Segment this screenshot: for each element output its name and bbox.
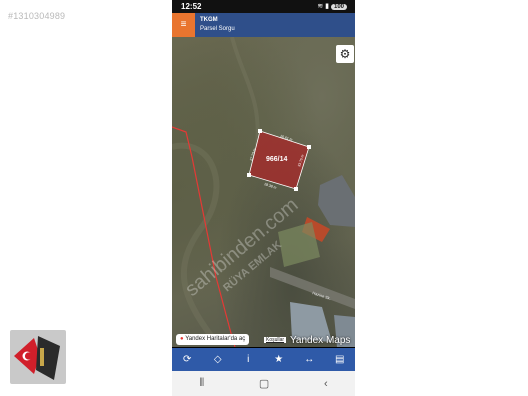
settings-button[interactable]: ⚙ [336,45,354,63]
clock: 12:52 [181,2,202,11]
terrain-track [230,37,260,148]
book-shape [36,336,60,380]
bottom-toolbar: ⟳ ◇ i ★ ↔ ▤ [172,348,355,371]
boundary-line [172,126,236,347]
terrain-track [172,142,220,339]
listing-id: #1310304989 [8,11,66,21]
vertex-handle[interactable] [247,173,251,177]
back-icon[interactable]: ‹ [324,378,328,390]
measure-icon[interactable]: ↔ [299,354,319,365]
locate-icon[interactable]: ◇ [208,354,228,365]
app-name: TKGM [200,17,218,23]
agency-logo [10,330,66,384]
crescent-cutout [24,352,33,360]
hamburger-icon: ≡ [180,19,187,30]
open-in-yandex-label: Yandex Haritalar'da aç [185,336,246,342]
info-icon[interactable]: i [238,354,258,365]
terms-link[interactable]: Koşullar [264,337,287,343]
parcel-label: 966/14 [266,156,288,163]
vertex-handle[interactable] [258,129,262,133]
building [318,175,355,227]
map-pin-icon: ● [180,336,184,342]
edge-label: 28.38 m [264,182,277,190]
gear-icon: ⚙ [339,47,351,61]
menu-button[interactable]: ≡ [172,13,195,37]
vertex-handle[interactable] [307,145,311,149]
road [270,267,355,309]
print-icon[interactable]: ▤ [330,354,350,365]
battery-indicator: 100 [330,4,347,10]
page-title: Parsel Sorgu [200,26,235,32]
recent-apps-icon[interactable]: ⦀ [199,377,204,390]
status-icons: ≋ ▮ 100 [317,2,347,10]
wifi-icon: ≋ [317,3,324,10]
refresh-icon[interactable]: ⟳ [177,354,197,365]
home-icon[interactable]: ▢ [259,377,269,390]
map-attribution: Yandex Maps [290,335,351,346]
app-header: ≡ TKGM Parsel Sorgu [172,13,355,37]
satellite-map[interactable]: Hazine Sk. 966/14 26.61 m 33.75 m 28.38 … [172,37,355,347]
vertex-handle[interactable] [294,187,298,191]
signal-icon: ▮ [325,3,330,10]
system-nav-bar: ⦀ ▢ ‹ [172,371,355,396]
emblem [40,348,44,366]
phone-screen: 12:52 ≋ ▮ 100 ≡ TKGM Parsel Sorgu Hazine… [172,0,355,396]
map-overlay-svg: Hazine Sk. 966/14 26.61 m 33.75 m 28.38 … [172,37,355,347]
star-icon[interactable]: ★ [269,354,289,365]
open-in-yandex-button[interactable]: ● Yandex Haritalar'da aç [176,334,250,345]
status-bar: 12:52 ≋ ▮ 100 [172,0,355,13]
agency-logo-graphic [14,336,60,380]
